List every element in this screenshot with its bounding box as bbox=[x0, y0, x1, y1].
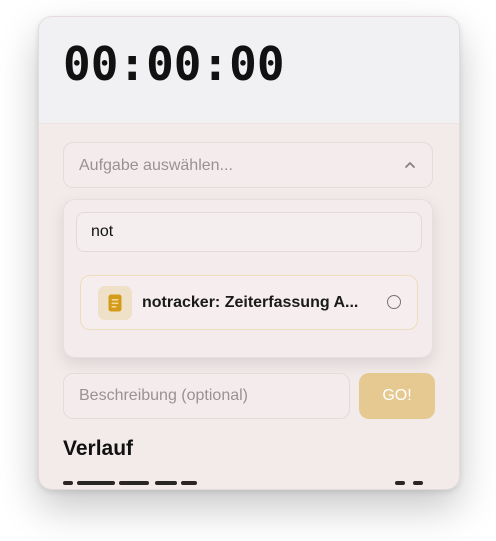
description-input[interactable] bbox=[63, 373, 350, 419]
history-list-cut-off bbox=[63, 481, 433, 488]
task-option-label: notracker: Zeiterfassung A... bbox=[142, 294, 359, 311]
task-option-radio[interactable] bbox=[387, 295, 401, 309]
document-icon bbox=[108, 294, 122, 312]
go-button[interactable]: GO! bbox=[359, 373, 435, 419]
task-option-icon-tile bbox=[98, 286, 132, 320]
task-search-input[interactable] bbox=[76, 212, 422, 252]
timer-header: 00:00:00 bbox=[39, 17, 459, 124]
timer-display: 00:00:00 bbox=[63, 37, 285, 91]
task-select-placeholder: Aufgabe auswählen... bbox=[79, 157, 233, 174]
task-dropdown: notracker: Zeiterfassung A... bbox=[63, 199, 433, 358]
history-heading: Verlauf bbox=[63, 437, 134, 460]
chevron-up-icon bbox=[405, 162, 415, 168]
app-window: 00:00:00 Aufgabe auswählen... notracker:… bbox=[38, 16, 460, 490]
task-option[interactable]: notracker: Zeiterfassung A... bbox=[80, 275, 418, 330]
task-select[interactable]: Aufgabe auswählen... bbox=[63, 142, 433, 188]
